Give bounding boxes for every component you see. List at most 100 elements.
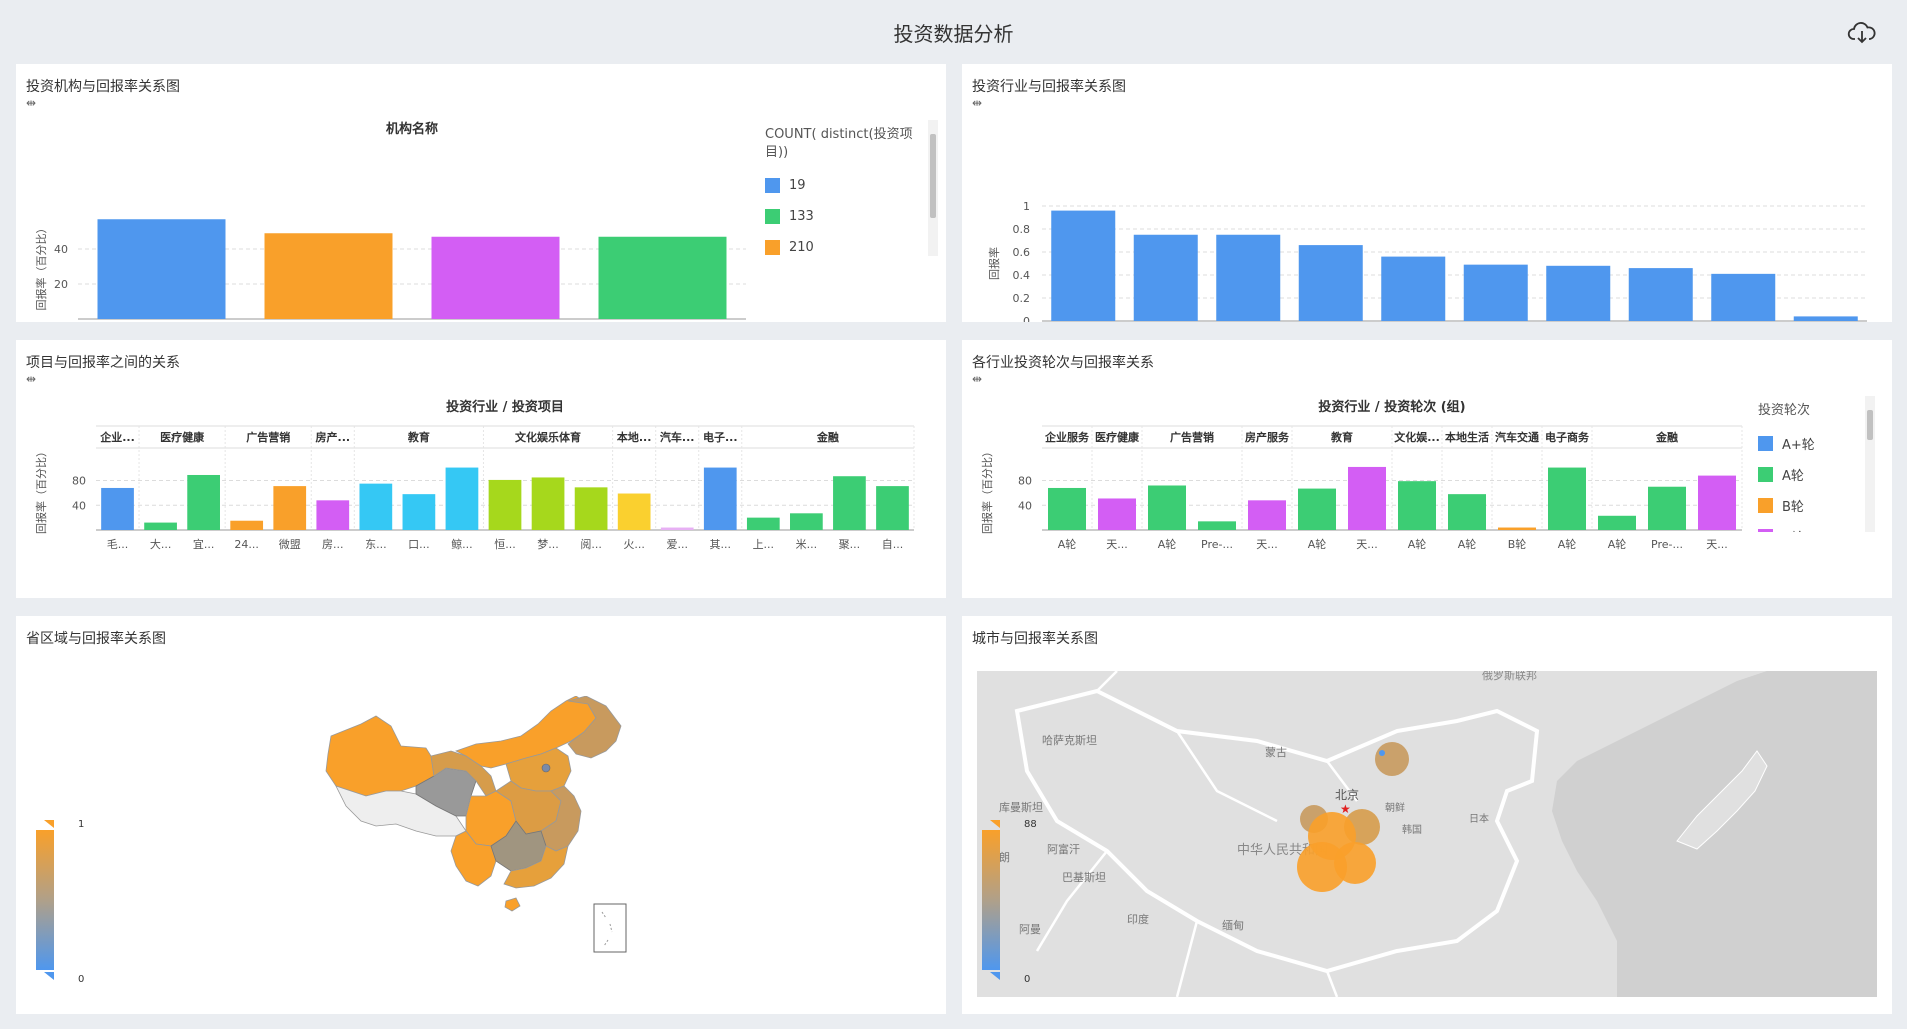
bar[interactable]: [187, 474, 220, 530]
x-tick-label: A轮: [1058, 537, 1077, 551]
scale-handle-top[interactable]: [990, 820, 1000, 828]
group-label: 文化娱乐体育: [515, 430, 581, 444]
bar[interactable]: [1348, 466, 1386, 530]
bar[interactable]: [1248, 500, 1286, 530]
capital-star-icon: ★: [1340, 802, 1351, 816]
china-province-map[interactable]: [306, 696, 676, 966]
bar[interactable]: [1648, 486, 1686, 530]
cloud-download-icon[interactable]: [1847, 18, 1877, 48]
group-label: 广告营销: [246, 430, 290, 444]
bar[interactable]: [264, 233, 393, 319]
bar[interactable]: [833, 476, 866, 530]
south-china-sea-dashes: [601, 911, 613, 947]
city-color-scale[interactable]: [980, 820, 1000, 980]
bar[interactable]: [876, 486, 909, 530]
bar[interactable]: [1398, 481, 1436, 530]
y-tick-label: 40: [1018, 499, 1032, 512]
x-tick-label: 米...: [796, 538, 818, 551]
bar[interactable]: [1448, 494, 1486, 530]
bar[interactable]: [1298, 245, 1363, 321]
scale-max-label: 1: [78, 819, 85, 830]
y-tick-label: 40: [54, 243, 68, 256]
legend-item-a[interactable]: A轮: [1758, 459, 1858, 490]
bar[interactable]: [1098, 498, 1136, 530]
x-tick-label: A轮: [1308, 537, 1327, 551]
x-tick-label: 火...: [623, 538, 645, 551]
bar[interactable]: [1711, 273, 1776, 321]
scale-handle-bottom[interactable]: [44, 972, 54, 980]
city-bubble-map[interactable]: 俄罗斯联邦 哈萨克斯坦 蒙古 北京 ★ 朝鲜 韩国 日本 中华人民共和国 库曼斯…: [977, 671, 1877, 997]
bar[interactable]: [445, 467, 479, 530]
scale-handle-bottom[interactable]: [990, 972, 1000, 980]
bar[interactable]: [660, 527, 694, 530]
bar[interactable]: [1463, 264, 1528, 321]
group-label: 房产...: [316, 430, 351, 444]
x-tick-label: 鲸...: [451, 537, 473, 551]
bar[interactable]: [1628, 268, 1693, 321]
label-kazakhstan: 哈萨克斯坦: [1042, 733, 1097, 747]
region-inner-mongolia[interactable]: [454, 696, 597, 769]
bar[interactable]: [1546, 265, 1611, 321]
legend-scrollbar[interactable]: [1865, 396, 1875, 532]
bar[interactable]: [617, 493, 651, 530]
legend-swatch: [1758, 467, 1773, 482]
x-tick-label: Pre-...: [1201, 538, 1233, 551]
group-label: 金融: [1655, 430, 1678, 444]
panel-province-map: 省区域与回报率关系图 1 0: [16, 616, 946, 1014]
x-tick-label: A轮: [1408, 537, 1427, 551]
panel-round-return: 各行业投资轮次与回报率关系 ⇹ 投资行业 / 投资轮次 (组) 回报率（百分比） 4…: [962, 340, 1892, 598]
label-russia: 俄罗斯联邦: [1482, 671, 1537, 682]
bar[interactable]: [97, 219, 226, 319]
bar[interactable]: [1198, 521, 1236, 530]
legend-item-a-plus[interactable]: A+轮: [1758, 428, 1858, 459]
bar[interactable]: [230, 520, 264, 530]
bar[interactable]: [1148, 485, 1186, 530]
bar[interactable]: [1498, 527, 1536, 530]
bar[interactable]: [1698, 475, 1736, 530]
bar[interactable]: [144, 522, 177, 530]
bar[interactable]: [1133, 234, 1198, 321]
legend-item-133[interactable]: 133: [765, 201, 925, 232]
region-beijing[interactable]: [541, 763, 551, 773]
region-xinjiang[interactable]: [325, 715, 435, 797]
bar[interactable]: [101, 487, 134, 530]
legend-item-c[interactable]: C轮: [1758, 521, 1858, 532]
bar[interactable]: [598, 236, 727, 319]
legend-item-19[interactable]: 19: [765, 170, 925, 201]
legend-item-b[interactable]: B轮: [1758, 490, 1858, 521]
bar[interactable]: [574, 487, 608, 530]
city-bubble[interactable]: [1297, 842, 1347, 892]
bar[interactable]: [531, 477, 565, 530]
bar[interactable]: [1598, 515, 1636, 530]
label-turkmenistan: 库曼斯坦: [999, 800, 1043, 814]
bar[interactable]: [273, 486, 307, 530]
legend-item-210[interactable]: 210: [765, 232, 925, 263]
bar[interactable]: [431, 236, 560, 319]
scrollbar-thumb[interactable]: [930, 134, 936, 218]
bar[interactable]: [703, 467, 737, 530]
bar[interactable]: [1048, 487, 1086, 530]
label-india: 印度: [1127, 912, 1149, 926]
bar[interactable]: [1793, 316, 1858, 321]
bar[interactable]: [1051, 210, 1116, 321]
bar[interactable]: [1548, 467, 1586, 530]
bar[interactable]: [746, 517, 780, 530]
bar[interactable]: [1298, 488, 1336, 530]
bar[interactable]: [790, 513, 823, 530]
x-tick-label: 天...: [1106, 538, 1128, 551]
city-bubble[interactable]: [1375, 742, 1409, 776]
x-tick-label: 房...: [322, 538, 344, 551]
region-hainan[interactable]: [504, 897, 521, 912]
bar[interactable]: [1381, 256, 1446, 321]
bar[interactable]: [488, 479, 522, 530]
bar[interactable]: [402, 494, 436, 530]
bar[interactable]: [316, 500, 350, 530]
legend-scrollbar[interactable]: [928, 120, 938, 256]
map-color-scale[interactable]: [34, 820, 54, 980]
bar[interactable]: [1216, 234, 1281, 321]
city-bubble[interactable]: [1379, 750, 1385, 756]
scale-handle-top[interactable]: [44, 820, 54, 828]
scrollbar-thumb[interactable]: [1867, 410, 1873, 440]
legend-label: A轮: [1782, 469, 1804, 484]
bar[interactable]: [359, 483, 393, 530]
